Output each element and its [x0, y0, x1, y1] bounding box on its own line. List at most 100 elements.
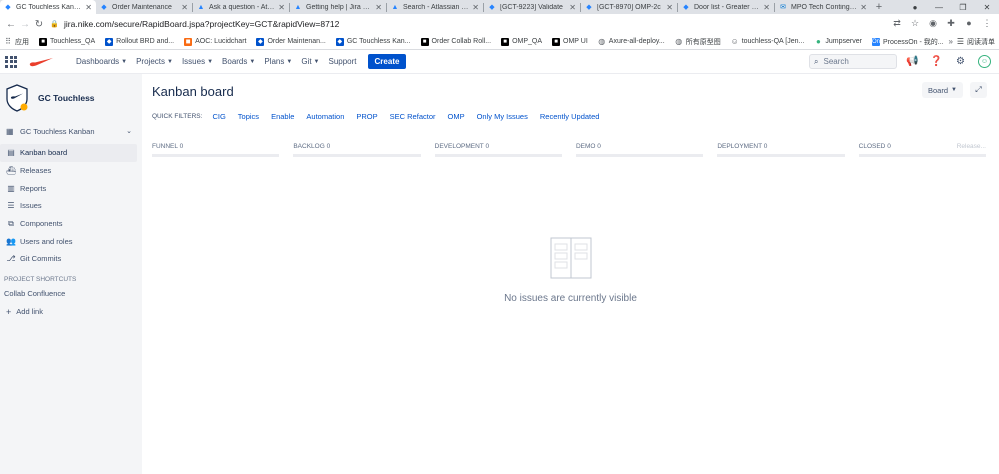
close-window-button[interactable]: ✕	[975, 0, 999, 14]
app-switcher-icon[interactable]	[4, 55, 18, 69]
sidebar-item-reports[interactable]: ▥ Reports	[0, 179, 137, 197]
nike-logo[interactable]	[28, 55, 56, 69]
shortcut-link-collab-confluence[interactable]: Collab Confluence	[0, 289, 142, 298]
ship-icon: ⛴	[6, 166, 17, 176]
column-title: DEMO 0	[576, 143, 601, 150]
bookmark-item[interactable]: ● Jumpserver	[814, 37, 862, 46]
bookmark-item[interactable]: ■ OMP_QA	[501, 37, 542, 46]
add-link-button[interactable]: + Add link	[0, 307, 142, 317]
profile-avatar-icon[interactable]: ●	[963, 17, 975, 29]
nav-boards[interactable]: Boards ▼	[222, 57, 255, 66]
sidebar-item-kanban-board[interactable]: ▤ Kanban board	[0, 144, 137, 162]
nav-dashboards[interactable]: Dashboards ▼	[76, 57, 127, 66]
column-name: DEMO	[575, 142, 596, 150]
browser-tab-title: [GCT-9223] Validate	[500, 3, 563, 11]
bookmark-item[interactable]: ◆ GC Touchless Kan...	[335, 37, 411, 46]
browser-tab-title: Door list - Greater China	[694, 3, 761, 11]
quick-filter-automation[interactable]: Automation	[306, 112, 344, 121]
column-development: DEVELOPMENT 0	[430, 138, 567, 157]
column-header: FUNNEL 0	[152, 138, 279, 154]
release-link[interactable]: Release...	[957, 143, 986, 150]
menu-icon[interactable]: ⋮	[981, 17, 993, 29]
bookmark-item[interactable]: ◍ Axure-all-deploy...	[598, 37, 664, 46]
minimize-button[interactable]: —	[927, 0, 951, 14]
sidebar-item-git-commits[interactable]: ⎇ Git Commits	[0, 250, 137, 268]
maximize-button[interactable]: ❐	[951, 0, 975, 14]
quick-filter-cig[interactable]: CIG	[212, 112, 225, 121]
nav-projects[interactable]: Projects ▼	[136, 57, 173, 66]
bookmark-item[interactable]: ◆ Rollout BRD and...	[105, 37, 175, 46]
new-tab-button[interactable]: +	[871, 0, 887, 14]
user-avatar[interactable]: ☺	[978, 55, 991, 68]
settings-gear-icon[interactable]: ⚙	[954, 55, 967, 68]
search-input[interactable]: ⌕ Search	[809, 54, 897, 69]
tab-close-icon[interactable]: ✕	[278, 3, 285, 12]
project-header[interactable]: GC Touchless	[0, 74, 142, 114]
tab-close-icon[interactable]: ✕	[181, 3, 188, 12]
browser-tab[interactable]: ◆ GC Touchless Kanban ✕	[0, 0, 96, 14]
browser-tab[interactable]: ▲ Getting help | Jira Cloud✕	[290, 0, 386, 14]
sidebar-item-issues[interactable]: ☰ Issues	[0, 197, 137, 215]
sidebar-item-users-and-roles[interactable]: 👥 Users and roles	[0, 232, 137, 250]
browser-tab[interactable]: ◆ Door list - Greater China✕	[678, 0, 774, 14]
translate-icon[interactable]: ⇄	[891, 17, 903, 29]
tab-close-icon[interactable]: ✕	[472, 3, 479, 12]
fullscreen-toggle-button[interactable]: ⤢	[970, 82, 987, 98]
bookmark-item[interactable]: ■ OMP UI	[552, 37, 588, 46]
confluence-icon: ◆	[683, 4, 689, 11]
sidebar-item-label: Reports	[20, 183, 47, 193]
browser-tab[interactable]: ✉ MPO Tech Contingency ✕	[775, 0, 871, 14]
browser-tab[interactable]: ◆ [GCT-8970] OMP-2c ✕	[581, 0, 677, 14]
quick-filter-omp[interactable]: OMP	[448, 112, 465, 121]
tab-close-icon[interactable]: ✕	[375, 3, 382, 12]
nav-plans[interactable]: Plans ▼	[264, 57, 292, 66]
reading-list-button[interactable]: ☰ 阅读清单	[957, 37, 995, 47]
quick-filter-recently-updated[interactable]: Recently Updated	[540, 112, 600, 121]
extension-icon[interactable]: ◉	[927, 17, 939, 29]
forward-button[interactable]: →	[18, 17, 32, 31]
tab-close-icon[interactable]: ✕	[666, 3, 673, 12]
quick-filter-prop[interactable]: PROP	[356, 112, 377, 121]
url-field[interactable]: 🔒 jira.nike.com/secure/RapidBoard.jspa?p…	[50, 17, 930, 31]
quick-filter-topics[interactable]: Topics	[238, 112, 259, 121]
nav-issues[interactable]: Issues ▼	[182, 57, 213, 66]
create-button[interactable]: Create	[367, 54, 407, 69]
quick-filter-only-my-issues[interactable]: Only My Issues	[477, 112, 528, 121]
tab-close-icon[interactable]: ✕	[763, 3, 770, 12]
bookmark-item[interactable]: ■ Order Collab Roll...	[420, 37, 491, 46]
bookmark-item[interactable]: On ProcessOn - 我的...	[871, 37, 944, 47]
bookmark-star-icon[interactable]: ☆	[909, 17, 921, 29]
reload-button[interactable]: ↻	[32, 17, 46, 31]
browser-tab[interactable]: ▲ Ask a question - Atlassian✕	[193, 0, 289, 14]
quick-filter-enable[interactable]: Enable	[271, 112, 294, 121]
bookmark-item[interactable]: ⠿ 应用	[4, 37, 29, 47]
plus-icon: +	[6, 306, 12, 317]
nav-git[interactable]: Git ▼	[301, 57, 319, 66]
board-selector[interactable]: ▦ GC Touchless Kanban ⌄	[0, 124, 142, 138]
tab-close-icon[interactable]: ✕	[85, 3, 92, 12]
browser-tab[interactable]: ▲ Search - Atlassian Community✕	[387, 0, 483, 14]
nav-support[interactable]: Support	[329, 57, 357, 66]
bookmark-label: OMP UI	[563, 38, 588, 45]
help-icon[interactable]: ❓	[930, 55, 943, 68]
sidebar-item-components[interactable]: ⧉ Components	[0, 215, 137, 233]
browser-tab[interactable]: ◆ [GCT-9223] Validate ✕	[484, 0, 580, 14]
tab-close-icon[interactable]: ✕	[860, 3, 867, 12]
bookmark-item[interactable]: ◍ 所有原型图	[675, 37, 721, 47]
bookmark-label: Rollout BRD and...	[116, 38, 175, 45]
bookmark-item[interactable]: ■ Touchless_QA	[39, 37, 95, 46]
tab-close-icon[interactable]: ✕	[569, 3, 576, 12]
browser-tab-title: GC Touchless Kanban	[16, 3, 83, 11]
bookmark-item[interactable]: ◼ AOC: Lucidchart	[184, 37, 246, 46]
browser-tab[interactable]: ◆ Order Maintenance ✕	[96, 0, 192, 14]
sidebar-item-releases[interactable]: ⛴ Releases	[0, 162, 137, 180]
bookmarks-overflow-button[interactable]: »	[949, 37, 953, 46]
extensions-puzzle-icon[interactable]: ✚	[945, 17, 957, 29]
notifications-megaphone-icon[interactable]: 📢	[906, 55, 919, 68]
bookmark-item[interactable]: ◆ Order Maintenan...	[256, 37, 326, 46]
profile-icon[interactable]: ●	[903, 0, 927, 14]
quick-filter-sec-refactor[interactable]: SEC Refactor	[390, 112, 436, 121]
board-menu-button[interactable]: Board ▼	[922, 82, 963, 98]
bookmark-item[interactable]: ☺ touchless-QA [Jen...	[731, 37, 805, 46]
back-button[interactable]: ←	[4, 17, 18, 31]
